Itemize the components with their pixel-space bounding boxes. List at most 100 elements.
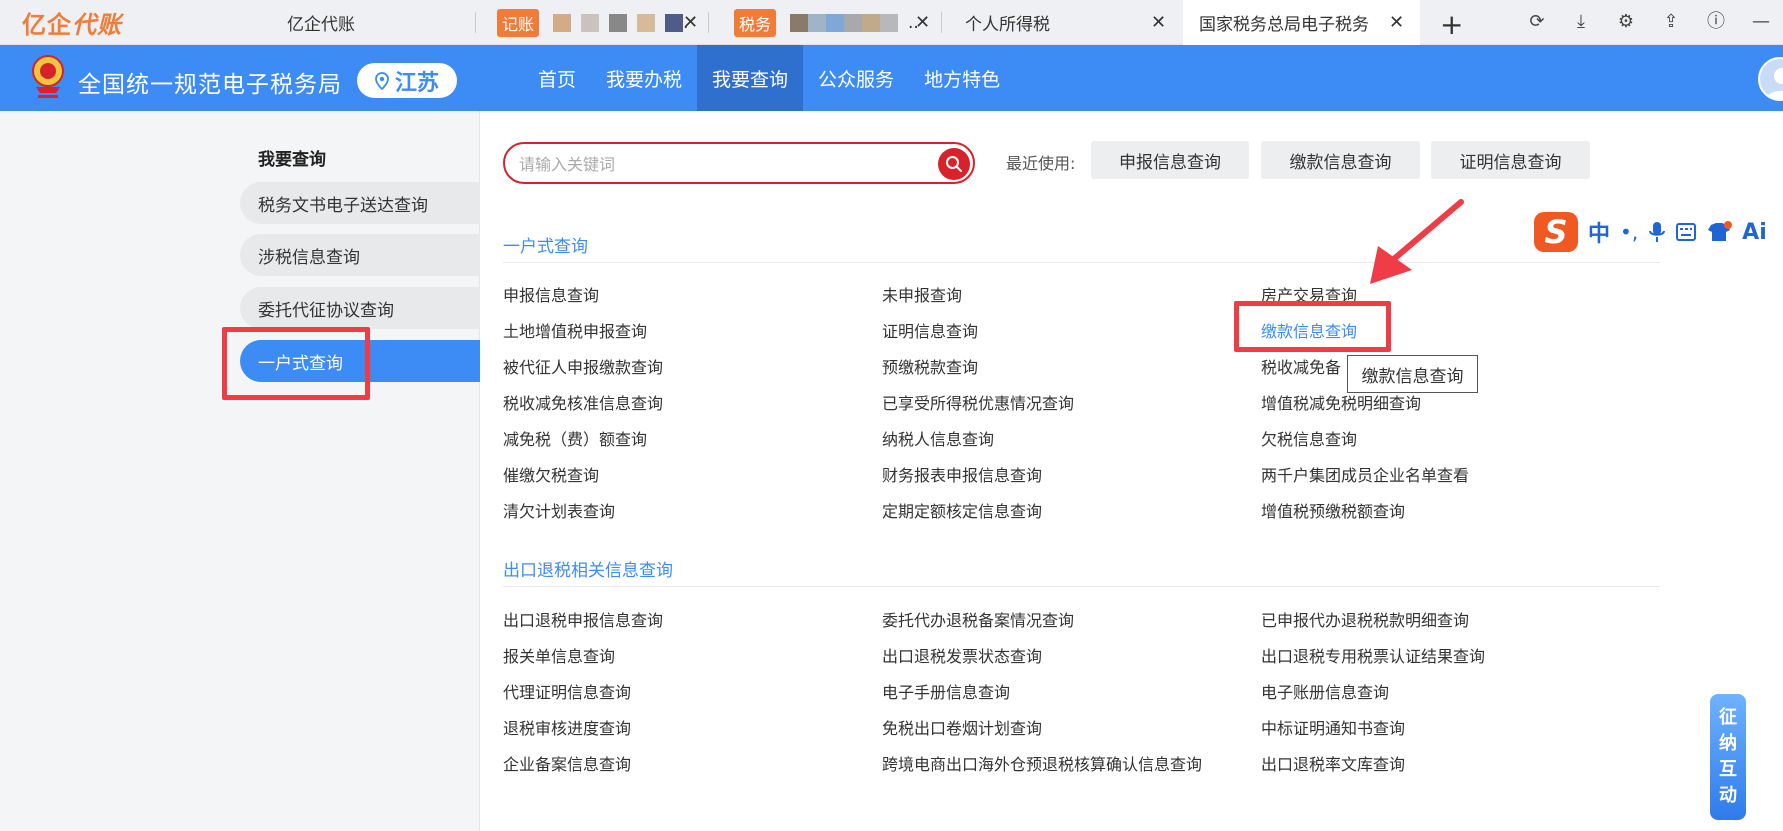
share-icon[interactable]: ⇪ (1660, 11, 1682, 33)
query-link[interactable]: 预缴税款查询 (882, 354, 978, 378)
nav-tax-handling[interactable]: 我要办税 (591, 45, 697, 111)
query-link[interactable]: 免税出口卷烟计划查询 (882, 715, 1042, 739)
tab-badge: 税务 (734, 8, 777, 37)
query-link[interactable]: 定期定额核定信息查询 (882, 498, 1042, 522)
query-link[interactable]: 委托代办退税备案情况查询 (882, 607, 1074, 631)
refresh-icon[interactable]: ⟳ (1526, 11, 1548, 33)
query-link[interactable]: 电子手册信息查询 (882, 679, 1010, 703)
main-nav: 首页 我要办税 我要查询 公众服务 地方特色 (523, 45, 1015, 111)
close-icon[interactable]: ✕ (683, 12, 698, 33)
new-tab-button[interactable]: + (1440, 8, 1463, 41)
tab-yiqi[interactable]: 亿企代账 (255, 0, 475, 45)
sidebar-item-tax-info[interactable]: 涉税信息查询 (240, 234, 480, 276)
tab-personal-income-tax[interactable]: 个人所得税 ✕ (941, 0, 1183, 45)
query-link[interactable]: 纳税人信息查询 (882, 426, 994, 450)
skin-shirt-icon[interactable] (1706, 221, 1733, 243)
nav-local-features[interactable]: 地方特色 (909, 45, 1015, 111)
query-link[interactable]: 出口退税申报信息查询 (503, 607, 663, 631)
close-icon[interactable]: ✕ (1389, 12, 1404, 33)
tab-accounting[interactable]: 记账 . ✕ (475, 0, 708, 45)
nav-query[interactable]: 我要查询 (697, 45, 804, 111)
tab-separator (475, 12, 476, 33)
recent-chip-declaration[interactable]: 申报信息查询 (1091, 141, 1249, 179)
recent-chip-certificate[interactable]: 证明信息查询 (1431, 141, 1590, 179)
sidebar-item-label: 委托代征协议查询 (258, 300, 394, 321)
query-link[interactable]: 中标证明通知书查询 (1261, 715, 1405, 739)
recent-chip-payment[interactable]: 缴款信息查询 (1261, 141, 1420, 179)
tab-badge: 记账 (497, 8, 540, 37)
widget-char: 纳 (1719, 733, 1737, 754)
query-link[interactable]: 证明信息查询 (882, 318, 978, 342)
sidebar-item-document-delivery[interactable]: 税务文书电子送达查询 (240, 182, 480, 224)
close-icon[interactable]: ✕ (1151, 12, 1166, 33)
query-link[interactable]: 催缴欠税查询 (503, 462, 599, 486)
widget-char: 征 (1719, 707, 1737, 728)
query-link[interactable]: 出口退税发票状态查询 (882, 643, 1042, 667)
section-divider (503, 586, 1660, 587)
query-link[interactable]: 税收减免核准信息查询 (503, 390, 663, 414)
query-link[interactable]: 已申报代办退税税款明细查询 (1261, 607, 1469, 631)
query-link[interactable]: 未申报查询 (882, 282, 962, 306)
query-link[interactable]: 代理证明信息查询 (503, 679, 631, 703)
ime-ai-button[interactable]: Ai (1742, 220, 1767, 245)
gear-icon[interactable]: ⚙ (1615, 11, 1637, 33)
site-title[interactable]: 全国统一规范电子税务局 (78, 65, 342, 99)
avatar[interactable] (1758, 57, 1783, 101)
widget-char: 动 (1719, 785, 1737, 806)
ime-toolbar: S 中 •, Ai (1528, 210, 1783, 254)
keyboard-icon[interactable] (1676, 223, 1697, 241)
query-link[interactable]: 跨境电商出口海外仓预退税核算确认信息查询 (882, 751, 1202, 775)
tax-interaction-widget[interactable]: 征 纳 互 动 (1710, 694, 1746, 820)
tab-label: 国家税务总局电子税务 (1199, 15, 1369, 35)
tab-etax-active[interactable]: 国家税务总局电子税务 ✕ (1183, 0, 1420, 45)
annotation-highlight-sidebar (222, 327, 370, 400)
nav-home[interactable]: 首页 (523, 45, 591, 111)
close-icon[interactable]: ✕ (915, 12, 930, 33)
sidebar-heading: 我要查询 (258, 150, 326, 170)
info-icon[interactable]: ⓘ (1705, 11, 1727, 33)
search-box (503, 142, 975, 184)
query-link[interactable]: 企业备案信息查询 (503, 751, 631, 775)
user-icon (1766, 68, 1783, 99)
punctuation-icon[interactable]: •, (1620, 220, 1638, 244)
query-link[interactable]: 电子账册信息查询 (1261, 679, 1389, 703)
recent-label: 最近使用: (1006, 154, 1076, 173)
microphone-icon[interactable] (1648, 221, 1666, 243)
brand-logo: 亿企 代账 (22, 7, 122, 39)
query-link[interactable]: 出口退税专用税票认证结果查询 (1261, 643, 1485, 667)
query-link[interactable]: 财务报表申报信息查询 (882, 462, 1042, 486)
tab-favicons-blurred (553, 13, 684, 32)
query-link[interactable]: 两千户集团成员企业名单查看 (1261, 462, 1469, 486)
download-icon[interactable]: ⤓ (1570, 11, 1592, 33)
sidebar-item-agency-agreement[interactable]: 委托代征协议查询 (240, 287, 480, 329)
ime-mode-toggle[interactable]: 中 (1588, 216, 1610, 248)
tab-tax[interactable]: 税务 .. ✕ (708, 0, 941, 45)
tab-separator (708, 12, 709, 33)
widget-char: 互 (1719, 759, 1737, 780)
query-link[interactable]: 增值税预缴税额查询 (1261, 498, 1405, 522)
brand-logo-part1: 亿企 (22, 10, 72, 39)
region-selector[interactable]: 江苏 (357, 63, 457, 98)
query-link[interactable]: 已享受所得税优惠情况查询 (882, 390, 1074, 414)
minimize-icon[interactable]: — (1750, 11, 1772, 33)
search-input[interactable] (519, 152, 919, 176)
query-link[interactable]: 增值税减免税明细查询 (1261, 390, 1421, 414)
tab-favicons-blurred (790, 13, 899, 32)
query-link[interactable]: 清欠计划表查询 (503, 498, 615, 522)
query-link[interactable]: 出口退税率文库查询 (1261, 751, 1405, 775)
nav-public-service[interactable]: 公众服务 (803, 45, 909, 111)
tab-label: 个人所得税 (965, 15, 1050, 35)
query-link[interactable]: 申报信息查询 (503, 282, 599, 306)
search-icon (946, 156, 962, 172)
query-link[interactable]: 减免税（费）额查询 (503, 426, 647, 450)
query-link[interactable]: 被代征人申报缴款查询 (503, 354, 663, 378)
query-link[interactable]: 欠税信息查询 (1261, 426, 1357, 450)
query-link[interactable]: 税收减免备 (1261, 354, 1341, 378)
query-link[interactable]: 报关单信息查询 (503, 643, 615, 667)
query-link[interactable]: 退税审核进度查询 (503, 715, 631, 739)
query-link[interactable]: 土地增值税申报查询 (503, 318, 647, 342)
sogou-ime-logo[interactable]: S (1534, 212, 1578, 252)
search-button[interactable] (938, 148, 970, 180)
section-divider (503, 262, 1660, 263)
site-header: 全国统一规范电子税务局 江苏 首页 我要办税 我要查询 公众服务 地方特色 (0, 45, 1783, 111)
